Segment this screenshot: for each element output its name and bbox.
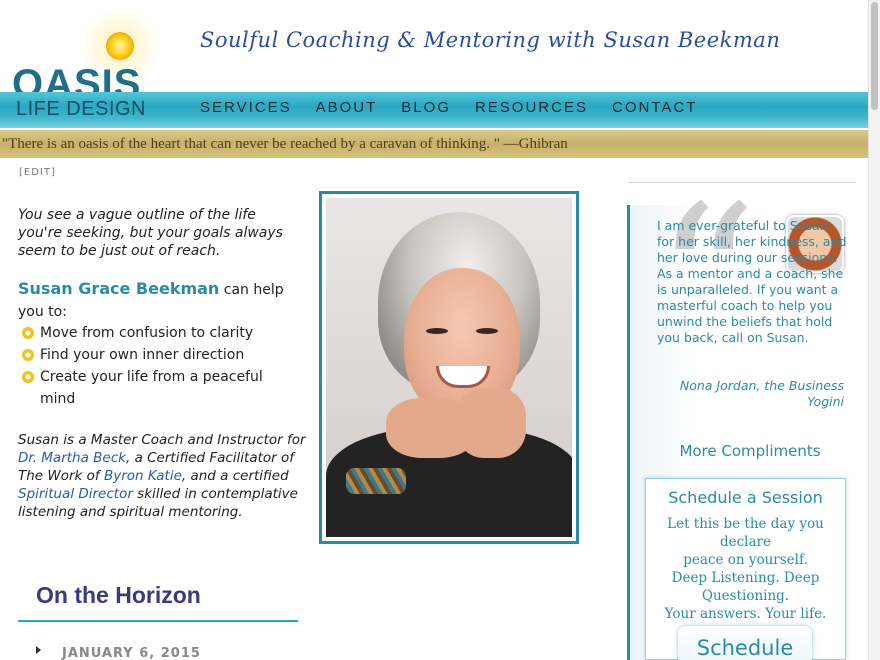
expand-arrow-icon[interactable] bbox=[36, 646, 41, 654]
horizon-heading: On the Horizon bbox=[36, 582, 201, 608]
schedule-button[interactable]: Schedule bbox=[678, 626, 812, 660]
main-nav: SERVICES ABOUT BLOG RESOURCES CONTACT bbox=[200, 99, 721, 116]
bio-part: Susan is a Master Coach and Instructor f… bbox=[18, 432, 306, 448]
header-quote: "There is an oasis of the heart that can… bbox=[2, 136, 568, 152]
susan-name-link[interactable]: Susan Grace Beekman bbox=[18, 279, 219, 298]
bullet-text: Create your life from a peaceful mind bbox=[40, 369, 263, 407]
list-item: Create your life from a peaceful mind bbox=[22, 366, 302, 410]
nav-blog[interactable]: BLOG bbox=[401, 99, 451, 116]
portrait-eye bbox=[476, 328, 498, 334]
portrait-hand bbox=[456, 388, 526, 458]
schedule-line: Let this be the day you declare bbox=[667, 516, 824, 550]
intro-text: You see a vague outline of the life you'… bbox=[18, 207, 283, 259]
nav-contact[interactable]: CONTACT bbox=[612, 99, 697, 116]
more-compliments-link[interactable]: More Compliments bbox=[628, 442, 872, 460]
can-help-text: Susan Grace Beekman can help you to: bbox=[18, 278, 303, 323]
list-item: Move from confusion to clarity bbox=[22, 322, 302, 344]
spiritual-director-link[interactable]: Spiritual Director bbox=[18, 486, 133, 502]
schedule-text: Let this be the day you declare peace on… bbox=[645, 515, 846, 623]
site-tagline: Soulful Coaching & Mentoring with Susan … bbox=[200, 28, 781, 52]
list-item: Find your own inner direction bbox=[22, 344, 302, 366]
bullet-text: Move from confusion to clarity bbox=[40, 325, 254, 341]
nav-about[interactable]: ABOUT bbox=[316, 99, 378, 116]
horizon-divider bbox=[18, 620, 298, 622]
sun-icon bbox=[106, 32, 134, 60]
bullet-icon bbox=[22, 371, 34, 383]
bullet-icon bbox=[22, 327, 34, 339]
byron-katie-link[interactable]: Byron Katie bbox=[104, 468, 182, 484]
nav-services[interactable]: SERVICES bbox=[200, 99, 292, 116]
bio-text: Susan is a Master Coach and Instructor f… bbox=[18, 431, 308, 521]
logo-subtitle: LIFE DESIGN bbox=[16, 98, 146, 120]
portrait-eye bbox=[426, 328, 448, 334]
martha-beck-link[interactable]: Dr. Martha Beck bbox=[18, 450, 126, 466]
bullet-icon bbox=[22, 349, 34, 361]
event-date[interactable]: JANUARY 6, 2015 bbox=[62, 646, 201, 660]
edit-link[interactable]: [EDIT] bbox=[19, 167, 56, 178]
scrollbar-thumb[interactable] bbox=[871, 2, 878, 110]
schedule-line: Deep Listening. Deep bbox=[671, 570, 820, 586]
schedule-line: peace on yourself. bbox=[683, 552, 808, 568]
bio-part: , and a certified bbox=[181, 468, 289, 484]
schedule-line: Questioning. bbox=[701, 588, 790, 604]
schedule-title: Schedule a Session bbox=[668, 488, 823, 507]
testimonial-text: I am ever-grateful to Susan for her skil… bbox=[657, 218, 847, 345]
bullet-text: Find your own inner direction bbox=[40, 347, 245, 363]
benefit-list: Move from confusion to clarity Find your… bbox=[22, 322, 302, 410]
nav-resources[interactable]: RESOURCES bbox=[475, 99, 588, 116]
portrait-frame bbox=[319, 191, 579, 544]
portrait-photo bbox=[326, 198, 572, 537]
schedule-line: Your answers. Your life. bbox=[664, 606, 827, 622]
testimonial-attribution: Nona Jordan, the Business Yogini bbox=[679, 378, 844, 409]
portrait-bracelet bbox=[346, 468, 406, 494]
